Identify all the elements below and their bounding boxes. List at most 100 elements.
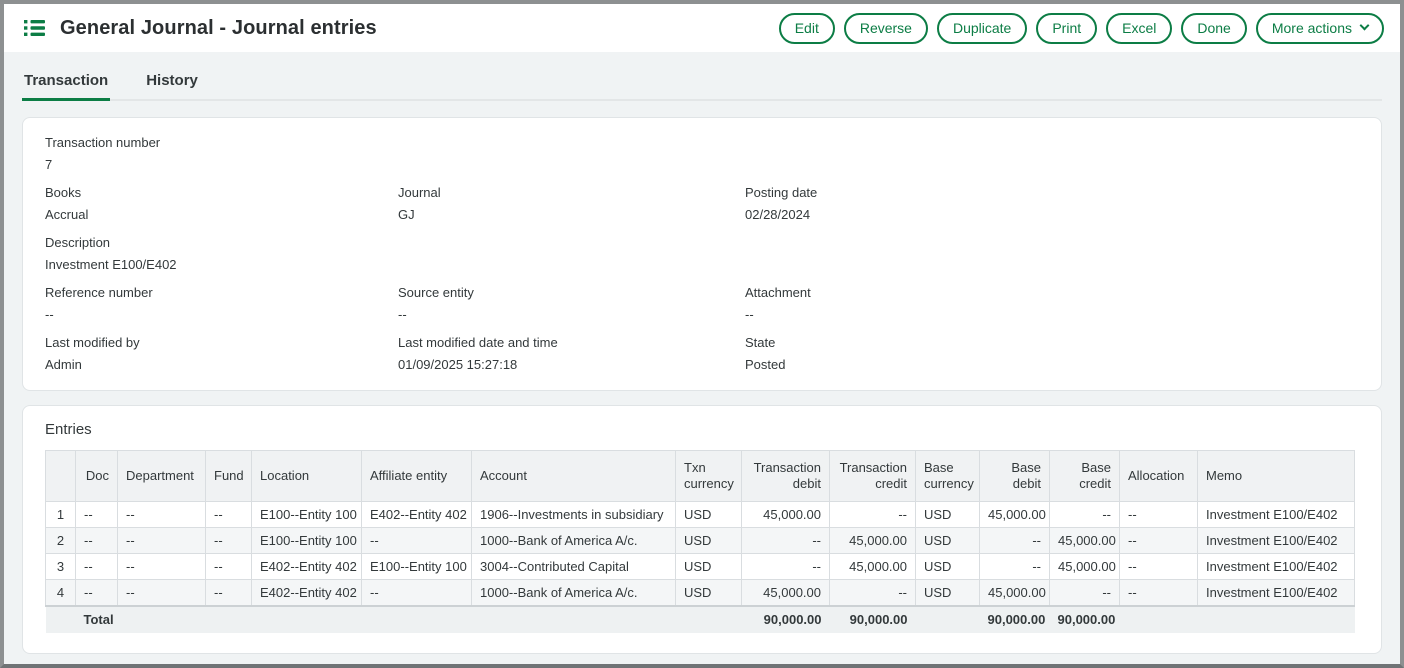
cell-location: E100--Entity 100 — [252, 528, 362, 554]
cell-txn-currency: USD — [676, 554, 742, 580]
cell-fund: -- — [206, 502, 252, 528]
cell-memo: Investment E100/E402 — [1198, 554, 1355, 580]
col-base-debit: Base debit — [980, 451, 1050, 502]
list-menu-icon[interactable] — [22, 17, 47, 39]
cell-base-credit: -- — [1050, 580, 1120, 606]
tab-history[interactable]: History — [144, 68, 200, 101]
cell-base-currency: USD — [916, 554, 980, 580]
cell-row-number: 4 — [46, 580, 76, 606]
state-value: Posted — [745, 357, 1359, 372]
cell-transaction-credit: -- — [830, 502, 916, 528]
entries-table-footer: Total 90,000.00 90,000.00 90,000.00 90,0… — [46, 606, 1355, 633]
cell-allocation: -- — [1120, 580, 1198, 606]
cell-row-number: 2 — [46, 528, 76, 554]
cell-department: -- — [118, 554, 206, 580]
field-last-modified-by: Last modified by Admin — [45, 335, 398, 372]
field-description: Description Investment E100/E402 — [45, 235, 1359, 272]
field-transaction-number: Transaction number 7 — [45, 135, 1359, 172]
col-txn-currency: Txn currency — [676, 451, 742, 502]
transaction-details-grid: Transaction number 7 Books Accrual Journ… — [45, 135, 1359, 372]
cell-doc: -- — [76, 580, 118, 606]
field-source-entity: Source entity -- — [398, 285, 745, 322]
cell-department: -- — [118, 528, 206, 554]
cell-base-credit: -- — [1050, 502, 1120, 528]
col-transaction-debit: Transaction debit — [742, 451, 830, 502]
edit-button[interactable]: Edit — [779, 13, 835, 44]
chevron-down-icon — [1360, 21, 1370, 31]
print-button[interactable]: Print — [1036, 13, 1097, 44]
cell-account: 1000--Bank of America A/c. — [472, 580, 676, 606]
entries-table: Doc Department Fund Location Affiliate e… — [45, 450, 1355, 633]
posting-date-value: 02/28/2024 — [745, 207, 1359, 222]
cell-base-currency: USD — [916, 502, 980, 528]
field-journal: Journal GJ — [398, 185, 745, 222]
total-spacer — [1120, 606, 1198, 633]
col-allocation: Allocation — [1120, 451, 1198, 502]
col-account: Account — [472, 451, 676, 502]
total-base-debit: 90,000.00 — [980, 606, 1050, 633]
cell-base-credit: 45,000.00 — [1050, 554, 1120, 580]
cell-department: -- — [118, 580, 206, 606]
total-transaction-debit: 90,000.00 — [742, 606, 830, 633]
field-last-modified-datetime: Last modified date and time 01/09/2025 1… — [398, 335, 745, 372]
list-menu-icon-glyph — [24, 19, 45, 37]
table-row: 4 -- -- -- E402--Entity 402 -- 1000--Ban… — [46, 580, 1355, 606]
tab-transaction[interactable]: Transaction — [22, 68, 110, 101]
cell-row-number: 1 — [46, 502, 76, 528]
duplicate-button[interactable]: Duplicate — [937, 13, 1027, 44]
entries-card: Entries Doc Department Fund Location Aff… — [22, 405, 1382, 654]
more-actions-button[interactable]: More actions — [1256, 13, 1384, 44]
books-value: Accrual — [45, 207, 398, 222]
table-row: 3 -- -- -- E402--Entity 402 E100--Entity… — [46, 554, 1355, 580]
description-value: Investment E100/E402 — [45, 257, 1359, 272]
reference-number-value: -- — [45, 307, 398, 322]
cell-affiliate-entity: E402--Entity 402 — [362, 502, 472, 528]
total-spacer — [916, 606, 980, 633]
cell-location: E402--Entity 402 — [252, 580, 362, 606]
col-affiliate-entity: Affiliate entity — [362, 451, 472, 502]
col-department: Department — [118, 451, 206, 502]
cell-transaction-debit: -- — [742, 554, 830, 580]
table-row: 2 -- -- -- E100--Entity 100 -- 1000--Ban… — [46, 528, 1355, 554]
total-row: Total 90,000.00 90,000.00 90,000.00 90,0… — [46, 606, 1355, 633]
cell-memo: Investment E100/E402 — [1198, 580, 1355, 606]
total-label: Total — [76, 606, 676, 633]
last-modified-by-label: Last modified by — [45, 335, 398, 350]
attachment-value: -- — [745, 307, 1359, 322]
last-modified-datetime-value: 01/09/2025 15:27:18 — [398, 357, 745, 372]
cell-department: -- — [118, 502, 206, 528]
attachment-label: Attachment — [745, 285, 1359, 300]
transaction-number-label: Transaction number — [45, 135, 1359, 150]
field-attachment: Attachment -- — [745, 285, 1359, 322]
cell-txn-currency: USD — [676, 528, 742, 554]
last-modified-datetime-label: Last modified date and time — [398, 335, 745, 350]
done-button[interactable]: Done — [1181, 13, 1246, 44]
cell-transaction-debit: 45,000.00 — [742, 580, 830, 606]
cell-allocation: -- — [1120, 554, 1198, 580]
col-fund: Fund — [206, 451, 252, 502]
excel-button[interactable]: Excel — [1106, 13, 1172, 44]
col-doc: Doc — [76, 451, 118, 502]
cell-account: 1000--Bank of America A/c. — [472, 528, 676, 554]
books-label: Books — [45, 185, 398, 200]
total-spacer — [46, 606, 76, 633]
cell-fund: -- — [206, 580, 252, 606]
source-entity-value: -- — [398, 307, 745, 322]
entries-table-header: Doc Department Fund Location Affiliate e… — [46, 451, 1355, 502]
cell-transaction-credit: 45,000.00 — [830, 554, 916, 580]
cell-txn-currency: USD — [676, 580, 742, 606]
total-transaction-credit: 90,000.00 — [830, 606, 916, 633]
cell-transaction-credit: 45,000.00 — [830, 528, 916, 554]
description-label: Description — [45, 235, 1359, 250]
col-row-number — [46, 451, 76, 502]
state-label: State — [745, 335, 1359, 350]
reverse-button[interactable]: Reverse — [844, 13, 928, 44]
page-title: General Journal - Journal entries — [60, 17, 377, 40]
field-posting-date: Posting date 02/28/2024 — [745, 185, 1359, 222]
cell-transaction-credit: -- — [830, 580, 916, 606]
col-base-credit: Base credit — [1050, 451, 1120, 502]
cell-base-currency: USD — [916, 580, 980, 606]
transaction-details-card: Transaction number 7 Books Accrual Journ… — [22, 117, 1382, 391]
top-bar: General Journal - Journal entries Edit R… — [4, 4, 1400, 52]
cell-base-currency: USD — [916, 528, 980, 554]
